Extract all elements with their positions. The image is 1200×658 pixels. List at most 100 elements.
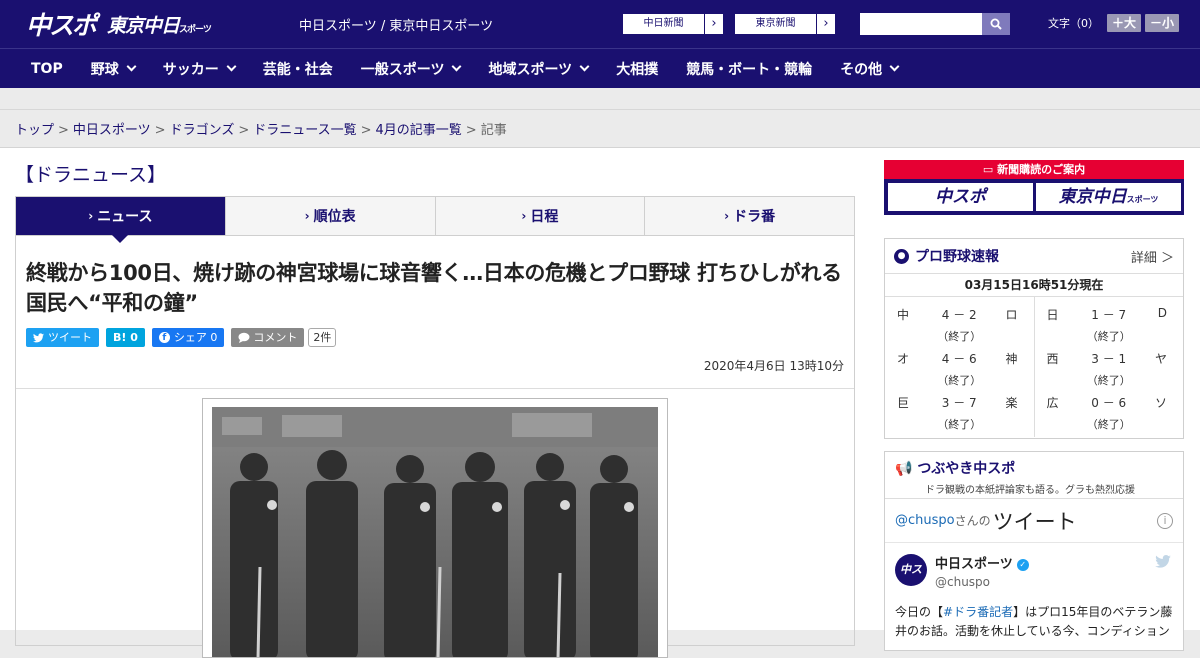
chevron-down-icon [579, 61, 590, 72]
font-larger-button[interactable]: ＋大 [1107, 14, 1142, 32]
tab-label: ドラ番 [733, 209, 776, 225]
home-team: ソ [1154, 396, 1167, 410]
hatena-bookmark-button[interactable]: B! 0 [106, 328, 145, 347]
tweets-title-row: 📢 つぶやき中スポ [895, 458, 1183, 478]
avatar[interactable]: 中スポ [895, 554, 927, 608]
breadcrumb-separator: > [360, 123, 372, 138]
comment-count[interactable]: 2件 [308, 328, 337, 347]
nav-item-general-sports[interactable]: 一般スポーツ [361, 59, 462, 79]
tokyo-shimbun-label: 東京新聞 [735, 14, 817, 34]
nav-item-baseball[interactable]: 野球 [91, 59, 137, 79]
tokyo-chunichi-logo[interactable]: 東京中日スポーツ [107, 11, 212, 38]
article-photo[interactable] [202, 398, 668, 658]
breadcrumb-separator: > [238, 123, 250, 138]
site-logo[interactable]: 中スポ 東京中日スポーツ [26, 6, 212, 42]
tweet-author-handle[interactable]: @chuspo [935, 575, 1173, 589]
nav-item-local-sports[interactable]: 地域スポーツ [488, 59, 590, 79]
chuspo-logo[interactable]: 中スポ [26, 6, 97, 42]
nav-item-entertainment[interactable]: 芸能・社会 [263, 59, 333, 79]
font-size-control: 文字（0） ＋大 －小 [1048, 14, 1180, 32]
facebook-share-button[interactable]: f シェア 0 [151, 328, 225, 347]
game-score[interactable]: 中4 － 2 ロ（終了） [885, 301, 1034, 345]
tweets-box: 📢 つぶやき中スポ ドラ観戦の本紙評論家も語る。グラも熱烈応援 @chuspo … [884, 451, 1184, 651]
breadcrumb-item-april[interactable]: 4月の記事一覧 [376, 123, 462, 138]
search-form [860, 13, 1010, 35]
tab-label: 日程 [530, 209, 559, 225]
speech-bubble-icon [238, 332, 250, 343]
tab-standings[interactable]: › 順位表 [226, 197, 436, 235]
game-score[interactable]: 日1 － 7 D （終了） [1035, 301, 1184, 345]
search-input[interactable] [860, 13, 982, 35]
subscribe-chuspo-button[interactable]: 中スポ [888, 183, 1033, 211]
chevron-right-icon: › [521, 209, 527, 223]
main-nav: TOP 野球 サッカー 芸能・社会 一般スポーツ 地域スポーツ 大相撲 競馬・ボ… [0, 48, 1200, 88]
tweet-author-row: 中日スポーツ ✓ [935, 553, 1173, 572]
tweet-button-label: ツイート [48, 331, 92, 344]
article-headline: 終戦から100日、焼け跡の神宮球場に球音響く…日本の危機とプロ野球 打ちひしがれ… [26, 261, 842, 315]
tab-news[interactable]: › ニュース [16, 197, 226, 243]
subscribe-tokyo-chunichi-small: スポーツ [1126, 195, 1159, 204]
twitter-bird-icon [33, 332, 44, 342]
section-title: 【ドラニュース】 [15, 164, 167, 186]
subscription-header[interactable]: ▭ 新聞購読のご案内 [884, 160, 1184, 179]
twitter-heading: ツイート [992, 509, 1077, 534]
megaphone-icon: 📢 [895, 461, 918, 477]
scores-detail-link[interactable]: 詳細 ＞ [1131, 247, 1174, 266]
breadcrumb: トップ > 中日スポーツ > ドラゴンズ > ドラニュース一覧 >4月の記事一覧 > 記事 [0, 110, 1200, 148]
chevron-right-icon: › [711, 16, 717, 31]
tokyo-shimbun-link[interactable]: 東京新聞 › [734, 13, 836, 35]
section-tabs: › ニュース › 順位表 › 日程 › ドラ番 [15, 196, 855, 243]
nav-item-racing[interactable]: 競馬・ボート・競輪 [686, 59, 812, 79]
nav-item-top[interactable]: TOP [31, 61, 63, 77]
main-column: 【ドラニュース】 › ニュース › 順位表 › 日程 › ドラ番 終戦から100日、焼け… [15, 148, 855, 658]
breadcrumb-item-top[interactable]: トップ [15, 123, 54, 138]
twitter-bird-icon[interactable] [1155, 555, 1171, 572]
hatena-label: B! 0 [113, 331, 138, 344]
comment-button[interactable]: コメント [231, 328, 305, 347]
breadcrumb-item-chuspo[interactable]: 中日スポーツ [73, 123, 151, 138]
team-photo-image [212, 407, 658, 657]
subscribe-tokyo-chunichi-button[interactable]: 東京中日スポーツ [1036, 183, 1181, 211]
nav-item-label: その他 [840, 61, 883, 78]
scores-header: ● プロ野球速報 詳細 ＞ [885, 239, 1183, 274]
nav-item-sumo[interactable]: 大相撲 [616, 59, 658, 79]
tweets-title: つぶやき中スポ [917, 461, 1016, 477]
share-bar: ツイート B! 0 f シェア 0 コメント 2件 [26, 328, 854, 347]
twitter-san: さんの [954, 514, 991, 528]
twitter-timeline-header: @chuspo さんの ツイート i [885, 499, 1183, 543]
font-smaller-button[interactable]: －小 [1145, 14, 1180, 32]
nav-item-label: サッカー [162, 61, 219, 78]
tweet-text: 今日の【#ドラ番記者】はプロ15年目のベテラン藤井のお話。活動を休止している今、… [895, 603, 1173, 641]
info-icon[interactable]: i [1157, 512, 1173, 529]
breadcrumb-separator: > [154, 123, 166, 138]
sidebar: ▭ 新聞購読のご案内 中スポ 東京中日スポーツ ● プロ野球速報 詳細 ＞ 03… [884, 160, 1184, 651]
scores-timestamp: 03月15日16時51分現在 [885, 274, 1183, 297]
subscribe-tokyo-chunichi-label: 東京中日 [1058, 187, 1127, 207]
tab-reporter[interactable]: › ドラ番 [645, 197, 854, 235]
game-score[interactable]: 広0 － 6 ソ（終了） [1035, 389, 1184, 433]
game-score[interactable]: 巨3 － 7 楽（終了） [885, 389, 1034, 433]
twitter-handle-link[interactable]: @chuspo [895, 513, 955, 528]
search-button[interactable] [982, 13, 1010, 35]
game-status: （終了） [937, 330, 982, 343]
breadcrumb-item-dragons[interactable]: ドラゴンズ [170, 123, 235, 138]
game-score[interactable]: オ4 － 6 神（終了） [885, 345, 1034, 389]
baseball-scores-box: ● プロ野球速報 詳細 ＞ 03月15日16時51分現在 中4 － 2 ロ（終了）… [884, 238, 1184, 439]
scores-title: プロ野球速報 [915, 249, 999, 265]
nav-item-soccer[interactable]: サッカー [162, 59, 237, 79]
game-score[interactable]: 西3 － 1 ヤ（終了） [1035, 345, 1184, 389]
divider [16, 388, 854, 389]
chunichi-shimbun-link[interactable]: 中日新聞 › [622, 13, 724, 35]
breadcrumb-item-news-list[interactable]: ドラニュース一覧 [253, 123, 356, 138]
newspaper-icon: ▭ [982, 163, 998, 176]
game-status: （終了） [937, 374, 982, 387]
tab-schedule[interactable]: › 日程 [436, 197, 646, 235]
subscription-box: ▭ 新聞購読のご案内 中スポ 東京中日スポーツ [884, 160, 1184, 215]
nav-item-other[interactable]: その他 [840, 59, 900, 79]
tweet-author-name[interactable]: 中日スポーツ [935, 557, 1013, 572]
tweet-hashtag[interactable]: #ドラ番記者 [943, 605, 1013, 619]
chevron-right-icon: › [88, 209, 94, 223]
tab-label: 順位表 [313, 209, 356, 225]
tokyo-chunichi-logo-text: 東京中日 [107, 14, 180, 37]
tweet-button[interactable]: ツイート [26, 328, 99, 347]
